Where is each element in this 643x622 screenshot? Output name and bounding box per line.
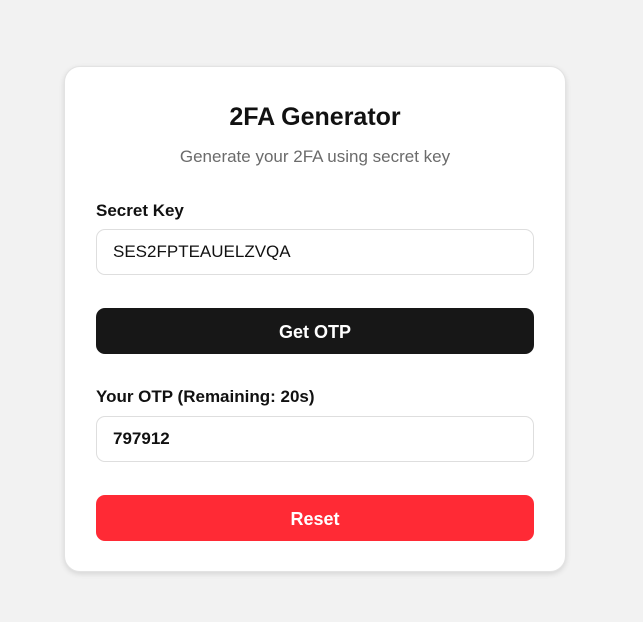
reset-button[interactable]: Reset: [96, 495, 534, 541]
otp-generator-card: 2FA Generator Generate your 2FA using se…: [64, 66, 566, 572]
secret-key-input[interactable]: [96, 229, 534, 275]
otp-label: Your OTP (Remaining: 20s): [96, 387, 315, 406]
page-title: 2FA Generator: [229, 103, 401, 131]
page-subtitle: Generate your 2FA using secret key: [179, 147, 451, 166]
otp-output-field[interactable]: [96, 416, 534, 462]
secret-key-label: Secret Key: [96, 201, 184, 220]
get-otp-button[interactable]: Get OTP: [96, 308, 534, 354]
